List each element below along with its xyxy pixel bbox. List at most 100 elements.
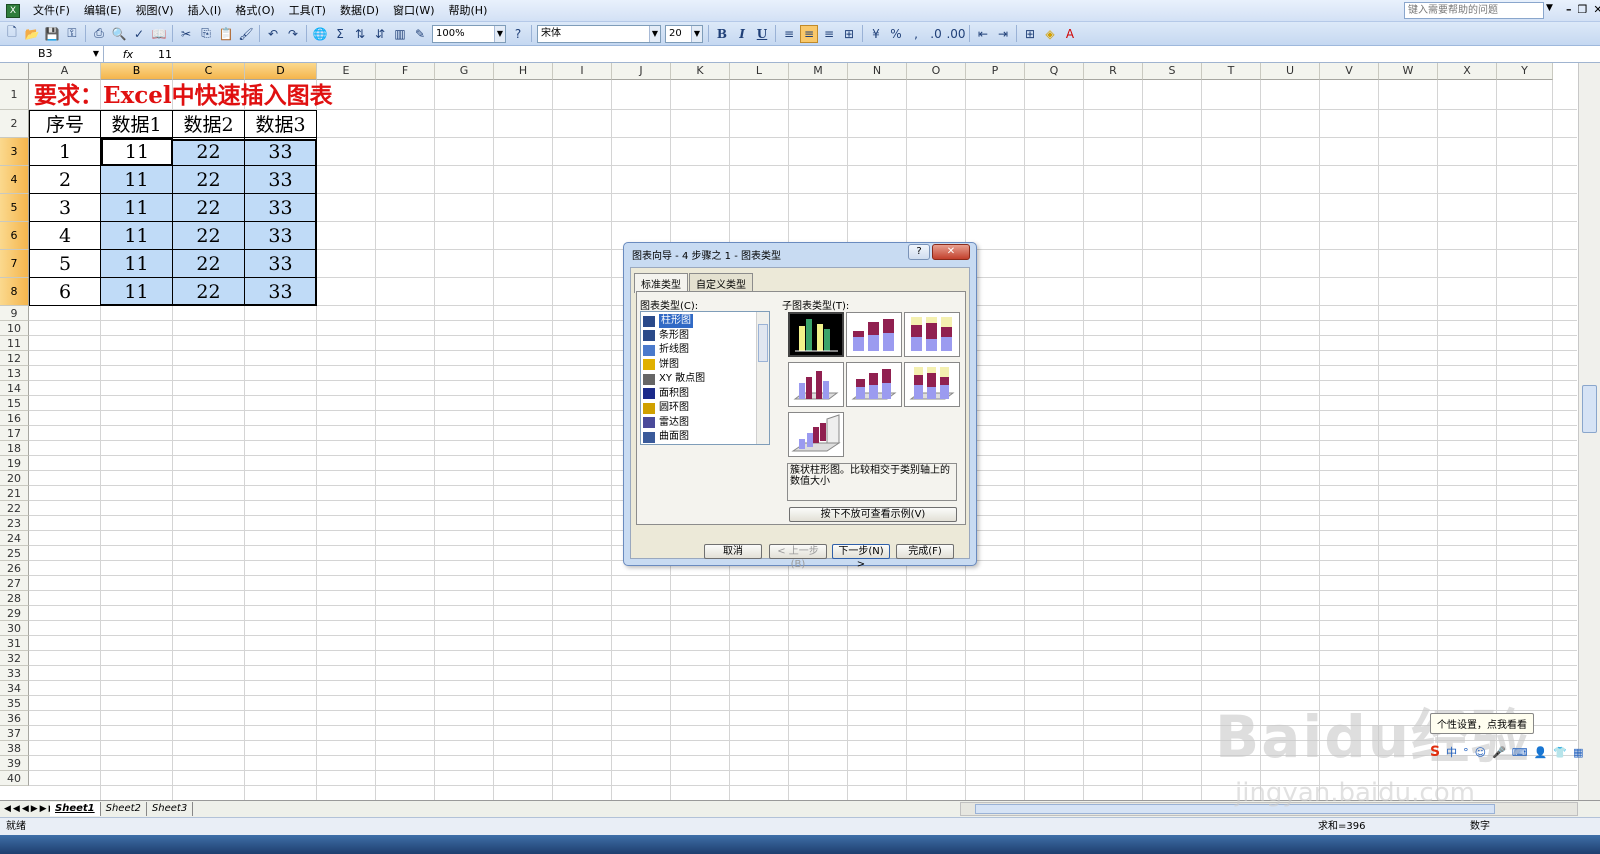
data-cell[interactable]: 1: [29, 138, 101, 166]
data-cell[interactable]: 11: [101, 194, 173, 222]
column-header-b[interactable]: B: [101, 63, 173, 80]
row-header-40[interactable]: 40: [0, 771, 29, 786]
underline-button[interactable]: U: [753, 25, 771, 43]
view-sample-button[interactable]: 按下不放可查看示例(V): [789, 507, 957, 522]
row-header-3[interactable]: 3: [0, 138, 29, 166]
data-cell[interactable]: 11: [101, 278, 173, 306]
column-header-l[interactable]: L: [730, 63, 789, 80]
increase-decimal-icon[interactable]: .0: [927, 25, 945, 43]
dialog-help-button[interactable]: ?: [908, 244, 930, 260]
row-header-32[interactable]: 32: [0, 651, 29, 666]
align-center-icon[interactable]: ≡: [800, 24, 818, 43]
chart-type-item[interactable]: 饼图: [643, 358, 753, 372]
data-cell[interactable]: 33: [245, 166, 317, 194]
column-header-n[interactable]: N: [848, 63, 907, 80]
column-header-i[interactable]: I: [553, 63, 612, 80]
drawing-icon[interactable]: ✎: [411, 25, 429, 43]
menu-view[interactable]: 视图(V): [128, 1, 180, 21]
autosum-icon[interactable]: Σ: [331, 25, 349, 43]
row-header-25[interactable]: 25: [0, 546, 29, 561]
row-header-6[interactable]: 6: [0, 222, 29, 250]
help-icon[interactable]: ?: [509, 25, 527, 43]
column-header-p[interactable]: P: [966, 63, 1025, 80]
sort-ascending-icon[interactable]: ⇅: [351, 25, 369, 43]
column-header-a[interactable]: A: [29, 63, 101, 80]
header-cell[interactable]: 序号: [29, 110, 101, 138]
align-left-icon[interactable]: ≡: [780, 25, 798, 43]
row-header-12[interactable]: 12: [0, 351, 29, 366]
data-cell[interactable]: 33: [245, 222, 317, 250]
ime-user-icon[interactable]: 👤: [1534, 746, 1548, 759]
format-painter-icon[interactable]: 🖌: [237, 25, 255, 43]
column-header-h[interactable]: H: [494, 63, 553, 80]
subtype-3d-percent-stacked-column[interactable]: [904, 362, 960, 407]
help-search-input[interactable]: 键入需要帮助的问题: [1404, 2, 1544, 19]
menu-window[interactable]: 窗口(W): [386, 1, 441, 21]
column-header-t[interactable]: T: [1202, 63, 1261, 80]
row-header-39[interactable]: 39: [0, 756, 29, 771]
sogou-ime-icon[interactable]: S: [1430, 744, 1440, 760]
restore-icon[interactable]: ❐: [1578, 3, 1588, 16]
row-header-16[interactable]: 16: [0, 411, 29, 426]
data-cell[interactable]: 3: [29, 194, 101, 222]
tab-sheet3[interactable]: Sheet3: [147, 802, 194, 816]
menu-data[interactable]: 数据(D): [333, 1, 386, 21]
data-cell[interactable]: 11: [101, 250, 173, 278]
subtype-3d-stacked-column[interactable]: [846, 362, 902, 407]
row-header-29[interactable]: 29: [0, 606, 29, 621]
menu-tools[interactable]: 工具(T): [282, 1, 333, 21]
subtype-clustered-column[interactable]: [788, 312, 844, 357]
new-icon[interactable]: 🗋: [3, 25, 21, 43]
currency-icon[interactable]: ¥: [867, 25, 885, 43]
header-cell[interactable]: 数据3: [245, 110, 317, 138]
column-header-f[interactable]: F: [376, 63, 435, 80]
cell-a1-title[interactable]: 要求：Excel中快速插入图表: [34, 81, 333, 111]
ime-language[interactable]: 中: [1446, 744, 1457, 760]
vertical-scroll-thumb[interactable]: [1582, 385, 1597, 433]
subtype-3d-clustered-column[interactable]: [788, 362, 844, 407]
row-header-35[interactable]: 35: [0, 696, 29, 711]
chevron-down-icon[interactable]: ▼: [93, 46, 99, 61]
row-header-24[interactable]: 24: [0, 531, 29, 546]
chart-type-list[interactable]: 柱形图 条形图 折线图 饼图 XY 散点图 面积图 圆环图 雷达图 曲面图: [640, 311, 770, 445]
data-cell[interactable]: 22: [173, 166, 245, 194]
subtype-stacked-column[interactable]: [846, 312, 902, 357]
zoom-select[interactable]: 100% ▼: [432, 24, 506, 43]
subtype-3d-column[interactable]: [788, 412, 844, 457]
ime-grid-icon[interactable]: ▦: [1573, 746, 1583, 759]
align-right-icon[interactable]: ≡: [820, 25, 838, 43]
bold-button[interactable]: B: [713, 25, 731, 43]
data-cell[interactable]: 22: [173, 138, 245, 166]
cancel-button[interactable]: 取消: [704, 544, 762, 559]
header-cell[interactable]: 数据1: [101, 110, 173, 138]
row-header-38[interactable]: 38: [0, 741, 29, 756]
chart-type-item[interactable]: 雷达图: [643, 416, 753, 430]
row-header-19[interactable]: 19: [0, 456, 29, 471]
row-header-10[interactable]: 10: [0, 321, 29, 336]
borders-icon[interactable]: ⊞: [1021, 25, 1039, 43]
data-cell[interactable]: 2: [29, 166, 101, 194]
column-header-e[interactable]: E: [317, 63, 376, 80]
function-icon[interactable]: fx: [104, 48, 152, 61]
decrease-indent-icon[interactable]: ⇤: [974, 25, 992, 43]
data-cell[interactable]: 33: [245, 138, 317, 166]
column-header-x[interactable]: X: [1438, 63, 1497, 80]
row-header-11[interactable]: 11: [0, 336, 29, 351]
row-header-17[interactable]: 17: [0, 426, 29, 441]
decrease-decimal-icon[interactable]: .00: [946, 25, 965, 43]
ime-keyboard-icon[interactable]: ⌨: [1512, 746, 1528, 759]
print-preview-icon[interactable]: 🔍: [110, 25, 128, 43]
row-header-7[interactable]: 7: [0, 250, 29, 278]
row-header-4[interactable]: 4: [0, 166, 29, 194]
row-header-34[interactable]: 34: [0, 681, 29, 696]
tab-custom-types[interactable]: 自定义类型: [689, 273, 753, 293]
dialog-close-button[interactable]: ✕: [932, 244, 970, 260]
menu-format[interactable]: 格式(O): [228, 1, 281, 21]
menu-file[interactable]: 文件(F): [26, 1, 77, 21]
chart-type-item[interactable]: 折线图: [643, 343, 753, 357]
row-header-23[interactable]: 23: [0, 516, 29, 531]
row-header-31[interactable]: 31: [0, 636, 29, 651]
back-button[interactable]: < 上一步(B): [769, 544, 827, 570]
row-header-22[interactable]: 22: [0, 501, 29, 516]
data-cell[interactable]: 33: [245, 194, 317, 222]
